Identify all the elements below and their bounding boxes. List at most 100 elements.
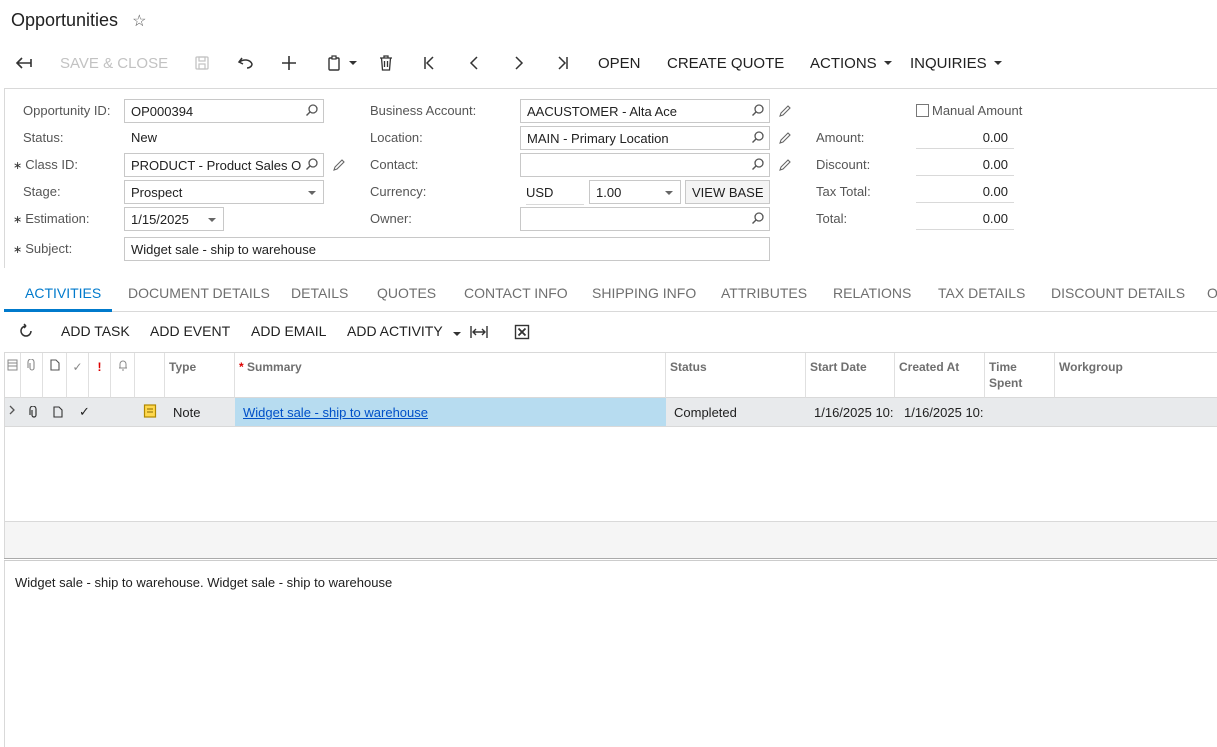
subject-field[interactable]: Widget sale - ship to warehouse [124,237,770,261]
tab-overflow[interactable]: O [1207,276,1217,312]
back-button[interactable] [14,44,34,82]
add-task-button[interactable]: ADD TASK [61,323,130,339]
first-record-button[interactable] [422,44,438,82]
priority-header-icon: ! [89,353,111,398]
total-value: 0.00 [916,206,1014,230]
actions-label: ACTIONS [810,54,877,72]
tab-activities[interactable]: ACTIVITIES [4,276,113,312]
save-button[interactable] [194,44,210,82]
owner-field[interactable] [520,207,770,231]
open-button[interactable]: OPEN [598,44,641,82]
required-marker: ∗ [13,244,23,256]
discount-label: Discount: [816,157,871,172]
subject-label: ∗ Subject: [13,241,72,256]
save-close-button[interactable]: SAVE & CLOSE [60,44,168,82]
activity-note-body[interactable]: Widget sale - ship to warehouse. Widget … [4,561,1217,747]
stage-value: Prospect [131,185,183,200]
checkmark-icon: ✓ [79,404,90,419]
required-marker: * [239,360,244,374]
delete-button[interactable] [378,44,394,82]
chevron-down-icon [993,61,1002,65]
search-icon[interactable] [751,157,765,171]
time-spent-header[interactable]: Time Spent [985,353,1055,398]
type-header[interactable]: Type [165,353,235,398]
tab-attributes[interactable]: ATTRIBUTES [721,276,807,312]
search-icon[interactable] [305,157,319,171]
expand-row-chevron-icon[interactable] [5,398,21,426]
summary-link[interactable]: Widget sale - ship to warehouse [243,405,428,420]
opportunity-id-field[interactable]: OP000394 [124,99,324,123]
edit-contact-pencil-icon[interactable] [778,158,792,172]
tab-tax-details[interactable]: TAX DETAILS [938,276,1025,312]
add-email-button[interactable]: ADD EMAIL [251,323,326,339]
page-title: Opportunities [11,10,119,30]
edit-location-pencil-icon[interactable] [778,131,792,145]
owner-label: Owner: [370,211,412,226]
estimation-date-field[interactable]: 1/15/2025 [124,207,224,231]
subject-value: Widget sale - ship to warehouse [131,242,316,257]
location-field[interactable]: MAIN - Primary Location [520,126,770,150]
summary-header[interactable]: * Summary [235,353,666,398]
inquiries-label: INQUIRIES [910,54,987,72]
create-quote-button[interactable]: CREATE QUOTE [667,44,784,82]
attachment-icon[interactable] [27,398,43,426]
tab-contact-info[interactable]: CONTACT INFO [464,276,568,312]
search-icon[interactable] [751,130,765,144]
previous-record-button[interactable] [467,44,483,82]
document-icon[interactable] [51,398,67,426]
currency-rate-select[interactable]: 1.00 [589,180,681,204]
grid-footer [4,522,1217,558]
created-at-header[interactable]: Created At [895,353,985,398]
tax-total-label: Tax Total: [816,184,871,199]
back-arrow-icon [14,56,34,70]
edit-account-pencil-icon[interactable] [778,104,792,118]
tab-discount-details[interactable]: DISCOUNT DETAILS [1051,276,1185,312]
row-status: Completed [674,405,737,420]
row-selector-header-icon[interactable] [5,353,21,398]
last-record-button[interactable] [554,44,570,82]
favorite-star-icon[interactable]: ☆ [132,11,146,31]
amount-label: Amount: [816,130,865,145]
tab-document-details[interactable]: DOCUMENT DETAILS [128,276,270,312]
export-excel-button[interactable] [514,324,530,343]
chevron-left-icon [467,55,483,71]
time-spent-header-line2: Spent [989,376,1023,390]
table-row[interactable]: ✓ Note Widget sale - ship to warehouse C… [5,398,1217,427]
copy-paste-button[interactable] [326,44,357,82]
next-record-button[interactable] [511,44,527,82]
status-header[interactable]: Status [666,353,806,398]
contact-field[interactable] [520,153,770,177]
actions-menu-button[interactable]: ACTIONS [810,44,892,82]
refresh-button[interactable] [18,323,34,342]
undo-button[interactable] [237,44,255,82]
edit-class-pencil-icon[interactable] [332,158,346,172]
business-account-field[interactable]: AACUSTOMER - Alta Ace [520,99,770,123]
stage-select[interactable]: Prospect [124,180,324,204]
search-icon[interactable] [305,103,319,117]
chevron-down-icon [883,61,892,65]
estimation-label: ∗ Estimation: [13,211,90,226]
stage-label: Stage: [23,184,61,199]
tab-shipping-info[interactable]: SHIPPING INFO [592,276,696,312]
add-button[interactable] [281,44,297,82]
total-label: Total: [816,211,848,226]
workgroup-header[interactable]: Workgroup [1055,353,1217,398]
class-id-label: ∗ Class ID: [13,157,78,172]
search-icon[interactable] [751,103,765,117]
tab-details[interactable]: DETAILS [291,276,348,312]
add-event-button[interactable]: ADD EVENT [150,323,230,339]
search-icon[interactable] [751,211,765,225]
chevron-down-icon [665,191,673,195]
row-created-at: 1/16/2025 10: [904,405,984,420]
start-date-header[interactable]: Start Date [806,353,895,398]
class-id-field[interactable]: PRODUCT - Product Sales O [124,153,324,177]
opportunity-summary-form: Opportunity ID: OP000394 Status: New ∗ Cl… [4,88,1217,268]
tab-relations[interactable]: RELATIONS [833,276,911,312]
fit-columns-button[interactable] [470,324,488,343]
tab-quotes[interactable]: QUOTES [377,276,436,312]
manual-amount-checkbox[interactable] [916,104,929,117]
add-activity-button[interactable]: ADD ACTIVITY [347,323,462,339]
view-base-button[interactable]: VIEW BASE [685,180,770,204]
inquiries-menu-button[interactable]: INQUIRIES [910,44,1002,82]
row-summary[interactable]: Widget sale - ship to warehouse [235,398,666,426]
